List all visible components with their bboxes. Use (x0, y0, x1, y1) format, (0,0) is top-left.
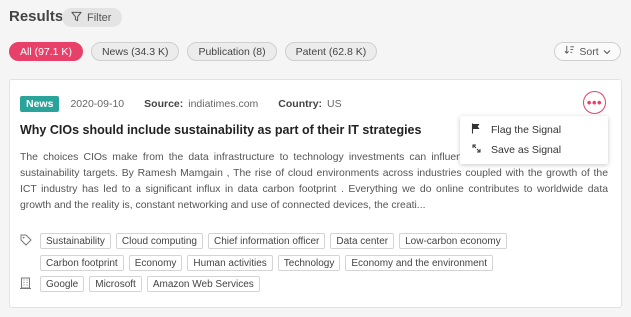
type-badge: News (20, 96, 60, 112)
topic-tag[interactable]: Carbon footprint (40, 255, 124, 271)
topic-tag[interactable]: Human activities (187, 255, 273, 271)
chip-all[interactable]: All (97.1 K) (9, 42, 83, 61)
save-signal-icon (470, 143, 482, 157)
country-value: US (327, 98, 342, 110)
flag-icon (470, 123, 482, 137)
topic-tag[interactable]: Low-carbon economy (399, 233, 507, 249)
card-meta: News 2020-09-10 Source: indiatimes.com C… (20, 96, 362, 112)
topic-tag[interactable]: Cloud computing (115, 233, 203, 249)
more-horizontal-icon: ••• (586, 95, 603, 110)
filter-label: Filter (87, 11, 112, 24)
topic-tag[interactable]: Chief information officer (207, 233, 326, 249)
category-chips: All (97.1 K) News (34.3 K) Publication (… (9, 42, 385, 61)
sort-icon (564, 45, 575, 58)
chevron-down-icon (603, 46, 611, 58)
card-headline[interactable]: Why CIOs should include sustainability a… (20, 123, 421, 137)
menu-item-save-signal[interactable]: Save as Signal (460, 140, 608, 160)
menu-item-flag-signal[interactable]: Flag the Signal (460, 120, 608, 140)
result-card: News 2020-09-10 Source: indiatimes.com C… (9, 79, 622, 308)
sort-label: Sort (579, 45, 599, 58)
topic-tag[interactable]: Economy (128, 255, 183, 271)
organization-tags-row: Google Microsoft Amazon Web Services (20, 276, 265, 292)
publish-date: 2020-09-10 (70, 98, 125, 110)
topic-tag[interactable]: Data center (330, 233, 395, 249)
organization-tag[interactable]: Microsoft (89, 276, 142, 292)
options-menu: Flag the Signal Save as Signal (460, 116, 608, 164)
organization-tag[interactable]: Google (40, 276, 85, 292)
menu-item-label: Save as Signal (491, 144, 562, 156)
topic-tags-row-1: Sustainability Cloud computing Chief inf… (20, 233, 512, 249)
chip-publication[interactable]: Publication (8) (187, 42, 277, 61)
tag-icon (20, 234, 40, 249)
sort-button[interactable]: Sort (554, 42, 621, 61)
chip-news[interactable]: News (34.3 K) (90, 42, 180, 61)
results-title: Results (9, 8, 64, 25)
organization-tag[interactable]: Amazon Web Services (146, 276, 260, 292)
source-value: indiatimes.com (188, 98, 259, 110)
topic-tags-row-2: Carbon footprint Economy Human activitie… (40, 255, 498, 271)
source-label: Source: (144, 98, 184, 110)
menu-item-label: Flag the Signal (491, 124, 562, 136)
filter-icon (71, 11, 82, 25)
filter-button[interactable]: Filter (62, 8, 123, 27)
topic-tag[interactable]: Economy and the environment (345, 255, 493, 271)
more-options-button[interactable]: ••• (583, 91, 606, 114)
chip-patent[interactable]: Patent (62.8 K) (284, 42, 378, 61)
topic-tag[interactable]: Technology (277, 255, 341, 271)
building-icon (20, 277, 40, 292)
topic-tag[interactable]: Sustainability (40, 233, 111, 249)
country-label: Country: (278, 98, 323, 110)
